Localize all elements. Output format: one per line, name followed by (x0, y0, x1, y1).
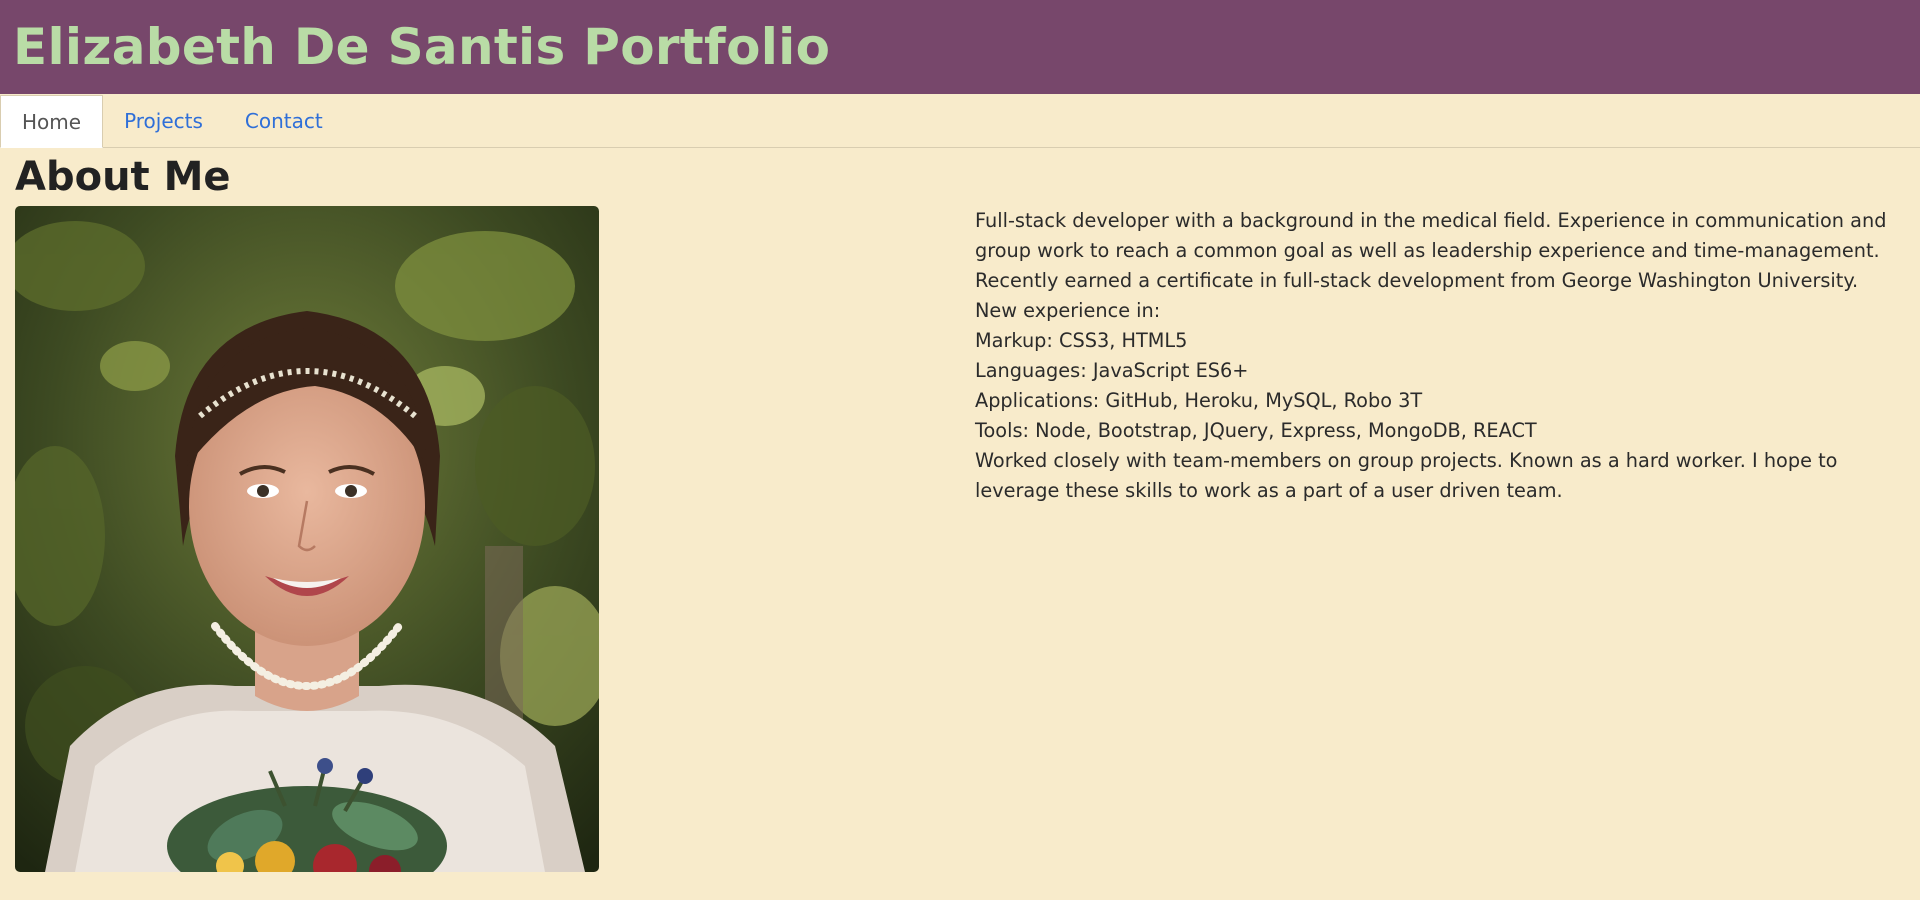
profile-photo (15, 206, 599, 872)
site-header: Elizabeth De Santis Portfolio (0, 0, 1920, 94)
tab-projects[interactable]: Projects (103, 94, 224, 147)
bio-closing: Worked closely with team-members on grou… (975, 449, 1838, 502)
bio-tools: Tools: Node, Bootstrap, JQuery, Express,… (975, 419, 1537, 442)
bio-text: Full-stack developer with a background i… (975, 206, 1905, 506)
bio-markup: Markup: CSS3, HTML5 (975, 329, 1188, 352)
bio-languages: Languages: JavaScript ES6+ (975, 359, 1249, 382)
nav-tabs: Home Projects Contact (0, 94, 1920, 148)
about-heading: About Me (15, 154, 231, 200)
bio-intro: Full-stack developer with a background i… (975, 209, 1887, 322)
tab-home[interactable]: Home (0, 95, 104, 148)
site-title: Elizabeth De Santis Portfolio (13, 18, 831, 76)
tab-contact[interactable]: Contact (224, 94, 344, 147)
bio-applications: Applications: GitHub, Heroku, MySQL, Rob… (975, 389, 1423, 412)
